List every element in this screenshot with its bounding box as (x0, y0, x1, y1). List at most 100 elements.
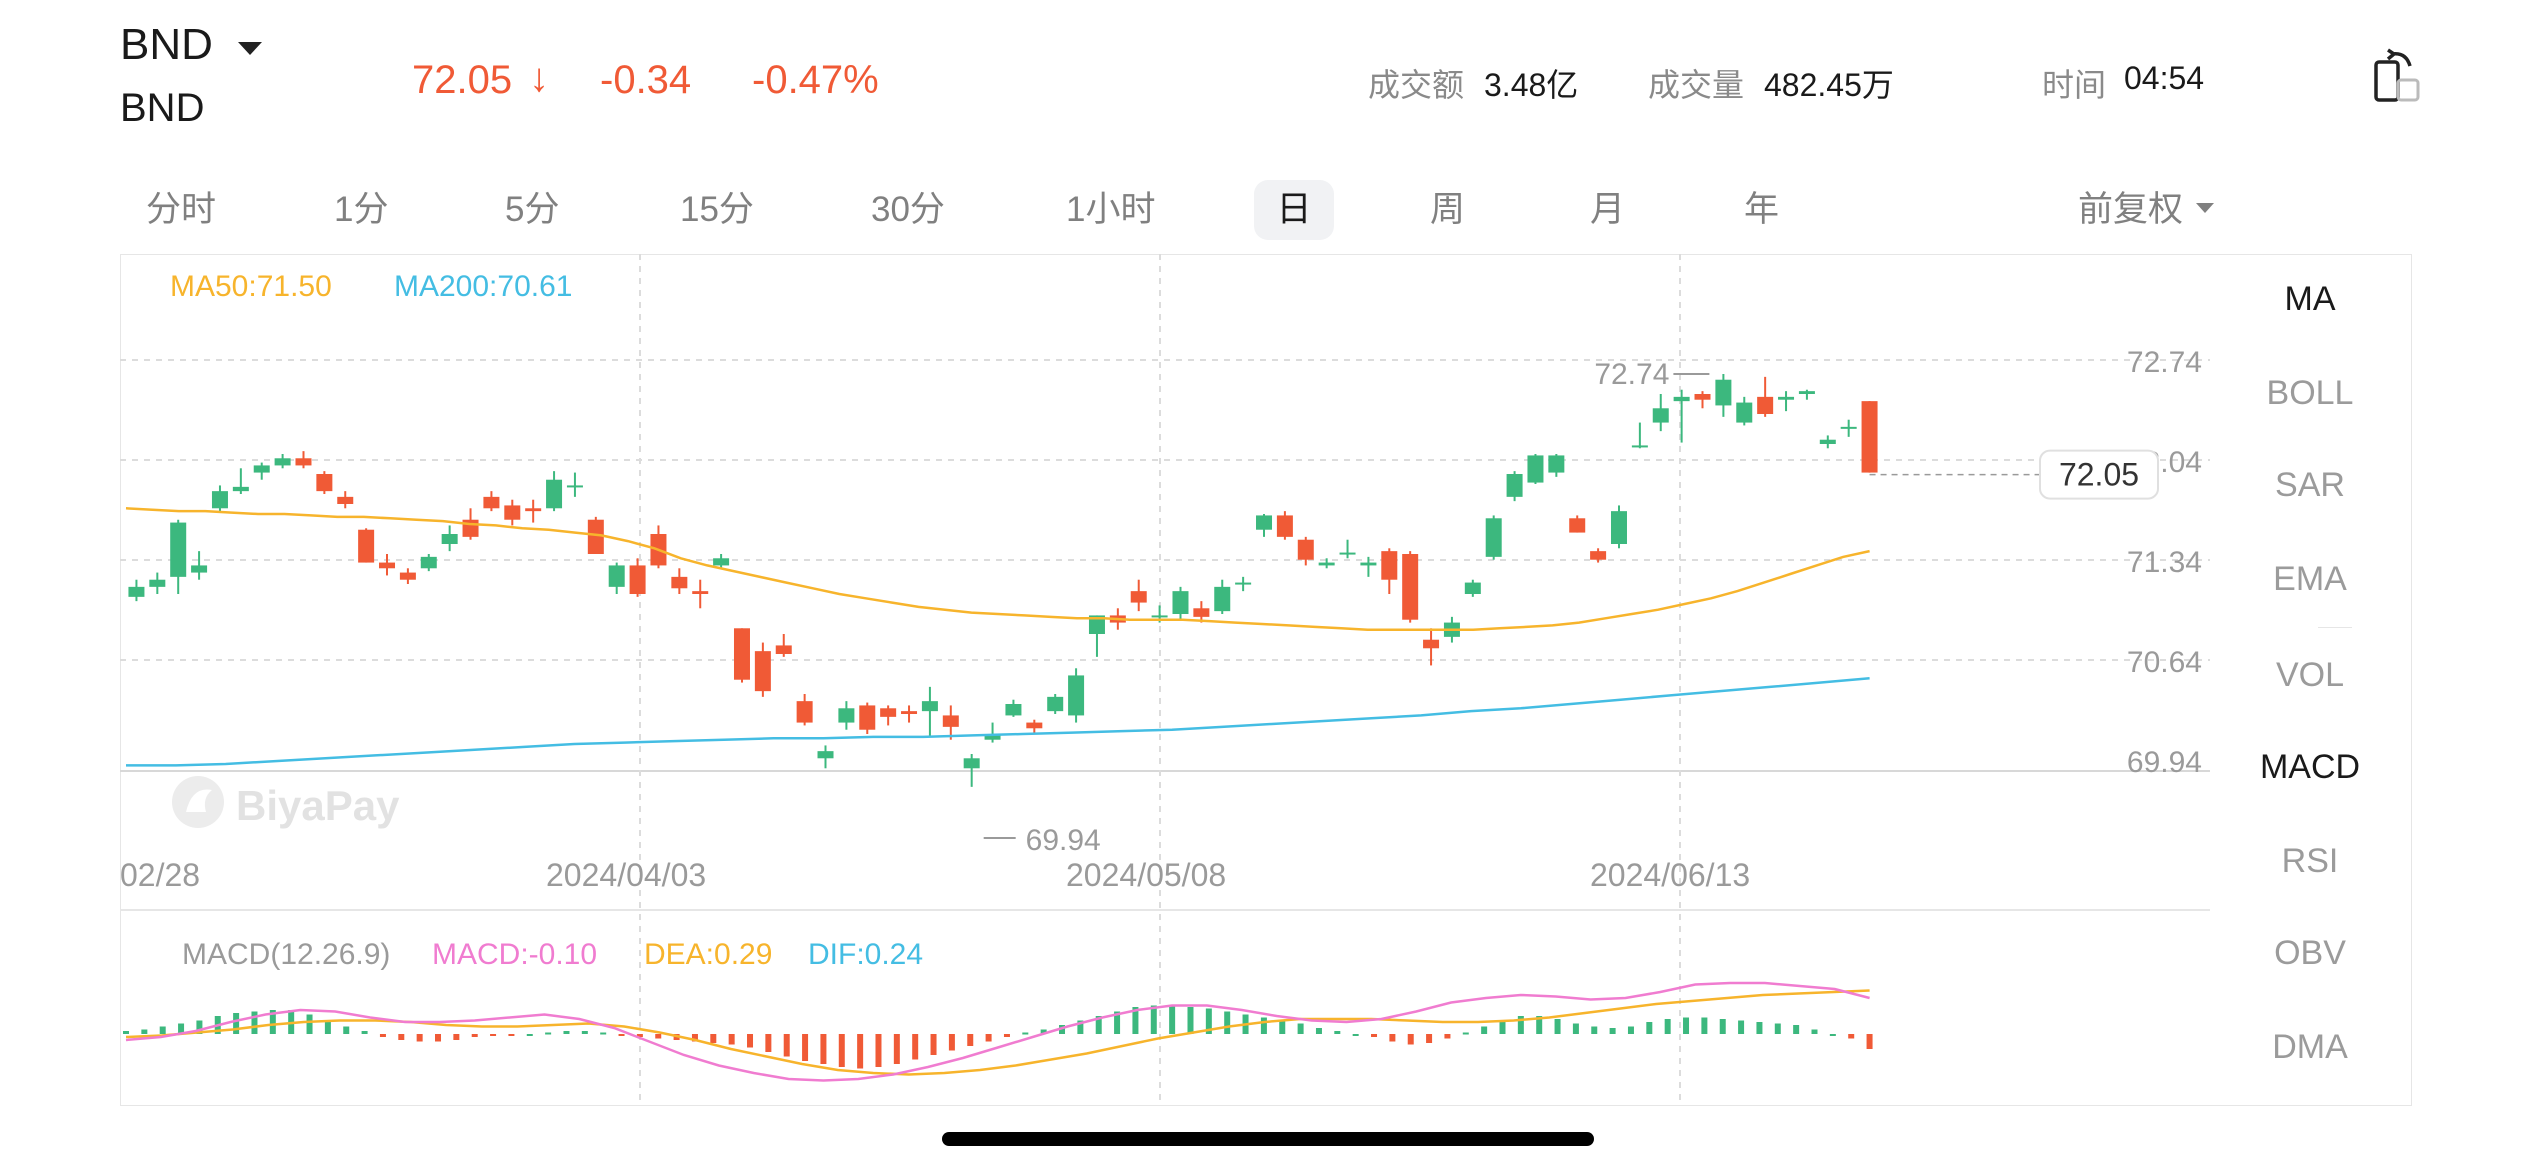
macd-bar (159, 1026, 166, 1034)
candle (1819, 435, 1836, 449)
candle-body (1402, 554, 1419, 620)
candle (796, 694, 813, 726)
time-value: 04:54 (2124, 60, 2205, 96)
indicator-sar[interactable]: SAR (2210, 466, 2410, 505)
candle-body (483, 496, 500, 509)
candle (984, 722, 1001, 743)
candle (170, 519, 187, 594)
candle (1172, 586, 1189, 620)
tab-period-8[interactable]: 月 (1590, 180, 1625, 240)
candle-body (1297, 539, 1314, 560)
candle (191, 551, 208, 580)
candle-body (921, 701, 938, 712)
candle-body (1193, 608, 1210, 617)
candle-body (1026, 722, 1043, 729)
ticker-dropdown-icon[interactable] (238, 42, 262, 55)
macd-bar (1022, 1032, 1029, 1035)
indicator-rsi[interactable]: RSI (2210, 842, 2410, 881)
macd-bar (1297, 1023, 1304, 1034)
chevron-down-icon[interactable] (2196, 203, 2214, 213)
security-name: BND (120, 86, 205, 130)
high-price-label: 72.74 (1594, 358, 1669, 391)
dif-line (125, 981, 1870, 1082)
candle-body (337, 496, 354, 504)
macd-bar (1407, 1034, 1414, 1045)
candle-body (316, 474, 333, 492)
tab-period-6[interactable]: 日 (1254, 180, 1334, 240)
candle (358, 528, 375, 563)
candle-body (1214, 586, 1231, 612)
candle (1005, 699, 1022, 717)
candle-body (1819, 439, 1836, 444)
candle-body (587, 519, 604, 554)
ticker-symbol[interactable]: BND (120, 20, 213, 70)
candle (483, 491, 500, 512)
candle (859, 702, 876, 734)
candle (504, 499, 521, 526)
tab-period-2[interactable]: 5分 (505, 180, 559, 240)
candle-body (1798, 391, 1815, 394)
macd-bar (802, 1034, 809, 1061)
macd-bar (1664, 1019, 1671, 1034)
candle (608, 562, 625, 594)
candle-body (1318, 562, 1335, 566)
macd-bar (1315, 1028, 1322, 1034)
indicator-boll[interactable]: BOLL (2210, 374, 2410, 413)
candle (692, 579, 709, 609)
macd-bar (838, 1034, 845, 1067)
macd-bar (930, 1034, 937, 1055)
macd-bar (1738, 1020, 1745, 1034)
candle-body (1256, 515, 1273, 530)
candle-body (859, 705, 876, 730)
home-indicator[interactable] (942, 1132, 1594, 1146)
macd-bar (1260, 1017, 1267, 1034)
tab-period-0[interactable]: 分时 (146, 180, 216, 240)
tab-period-9[interactable]: 年 (1744, 180, 1779, 240)
candle (921, 686, 938, 737)
tab-period-7[interactable]: 周 (1430, 180, 1465, 240)
watermark: BiyaPay (236, 782, 400, 829)
candle-body (1130, 591, 1147, 603)
candle-body (379, 562, 396, 569)
candle-body (1423, 639, 1440, 649)
indicator-vol[interactable]: VOL (2210, 656, 2410, 695)
macd-bar (123, 1031, 129, 1034)
macd-bar (1462, 1032, 1469, 1035)
tab-period-3[interactable]: 15分 (680, 180, 754, 240)
candle (1548, 454, 1565, 477)
indicator-divider (2318, 627, 2352, 628)
candle-body (671, 576, 688, 589)
macd-bar (728, 1034, 735, 1045)
candle (1861, 401, 1878, 473)
candle (1297, 536, 1314, 566)
tab-period-4[interactable]: 30分 (871, 180, 945, 240)
candle-body (1485, 518, 1502, 557)
candle (1214, 579, 1231, 614)
indicator-ema[interactable]: EMA (2210, 560, 2410, 599)
macd-bar (361, 1031, 368, 1034)
candle (1276, 511, 1293, 540)
macd-bar (416, 1034, 423, 1042)
tab-period-1[interactable]: 1分 (334, 180, 388, 240)
macd-bar (379, 1034, 386, 1037)
tab-period-5[interactable]: 1小时 (1066, 180, 1155, 240)
candle-body (1339, 552, 1356, 555)
indicator-macd[interactable]: MACD (2210, 748, 2410, 787)
candle-body (441, 534, 458, 544)
price-adjustment-selector[interactable]: 前复权 (2078, 180, 2183, 240)
macd-legend: MACD:-0.10 (432, 938, 597, 971)
candle-body (880, 708, 897, 717)
macd-bar (1426, 1034, 1433, 1043)
candle-body (1276, 515, 1293, 537)
rotate-screen-icon[interactable] (2372, 48, 2422, 106)
indicator-dma[interactable]: DMA (2210, 1028, 2410, 1067)
macd-bar (1499, 1020, 1506, 1034)
candle-body (149, 579, 166, 587)
indicator-ma[interactable]: MA (2210, 280, 2410, 319)
macd-bar (508, 1034, 515, 1036)
indicator-obv[interactable]: OBV (2210, 934, 2410, 973)
kline-chart[interactable]: MA50:71.50 MA200:70.6172.7472.0471.3470.6… (120, 254, 2210, 1106)
candle (1235, 576, 1252, 592)
candle-body (1840, 426, 1857, 429)
macd-bar (1481, 1026, 1488, 1034)
